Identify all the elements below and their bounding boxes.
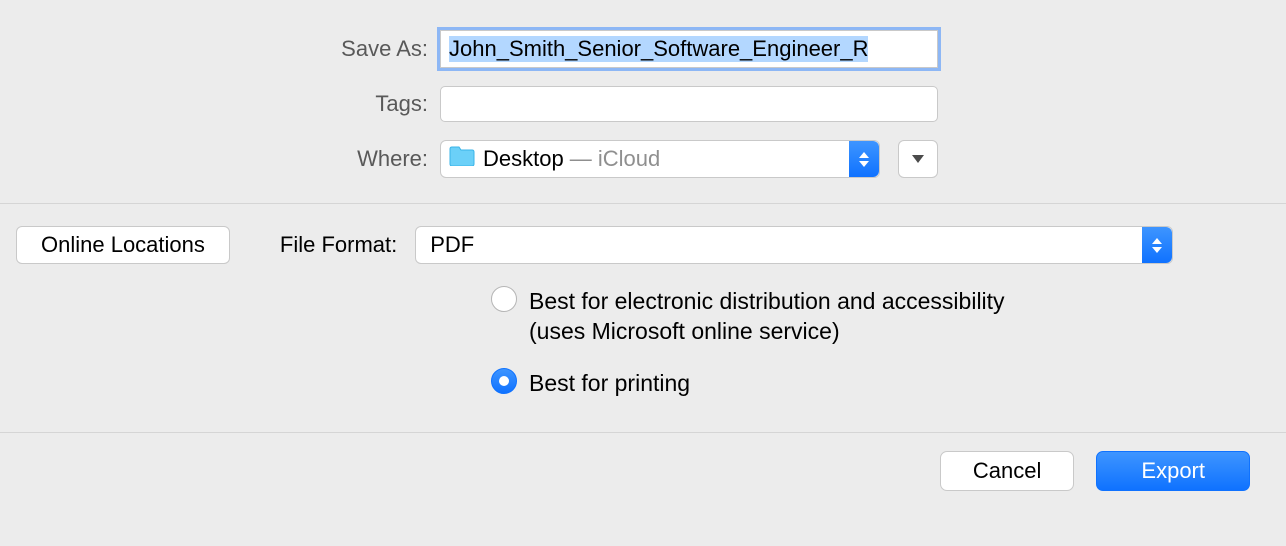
radio-icon <box>491 286 517 312</box>
file-format-value: PDF <box>430 232 474 258</box>
option-text-line2: (uses Microsoft online service) <box>529 316 1005 346</box>
where-suffix: — iCloud <box>570 146 660 172</box>
radio-icon <box>491 368 517 394</box>
where-select[interactable]: Desktop — iCloud <box>440 140 880 178</box>
cancel-button[interactable]: Cancel <box>940 451 1074 491</box>
chevron-down-icon <box>912 155 924 163</box>
where-label: Where: <box>0 146 440 172</box>
where-select-stepper-icon <box>849 141 879 177</box>
option-electronic-distribution[interactable]: Best for electronic distribution and acc… <box>491 286 1270 346</box>
save-dialog-middle: Online Locations File Format: PDF Best f… <box>0 204 1286 432</box>
file-format-select[interactable]: PDF <box>415 226 1173 264</box>
save-as-label: Save As: <box>0 36 440 62</box>
save-as-input[interactable] <box>440 30 938 68</box>
tags-input[interactable] <box>440 86 938 122</box>
save-dialog-top: Save As: Tags: Where: Desktop — iCloud <box>0 0 1286 203</box>
file-format-label: File Format: <box>280 226 397 264</box>
pdf-options-group: Best for electronic distribution and acc… <box>491 286 1270 398</box>
option-text-line1: Best for printing <box>529 368 690 398</box>
export-button[interactable]: Export <box>1096 451 1250 491</box>
option-text-line1: Best for electronic distribution and acc… <box>529 286 1005 316</box>
online-locations-button[interactable]: Online Locations <box>16 226 230 264</box>
file-format-stepper-icon <box>1142 227 1172 263</box>
folder-icon <box>449 146 483 172</box>
tags-label: Tags: <box>0 91 440 117</box>
expand-button[interactable] <box>898 140 938 178</box>
option-best-for-printing[interactable]: Best for printing <box>491 368 1270 398</box>
where-folder-name: Desktop <box>483 146 564 172</box>
dialog-footer: Cancel Export <box>0 432 1286 491</box>
